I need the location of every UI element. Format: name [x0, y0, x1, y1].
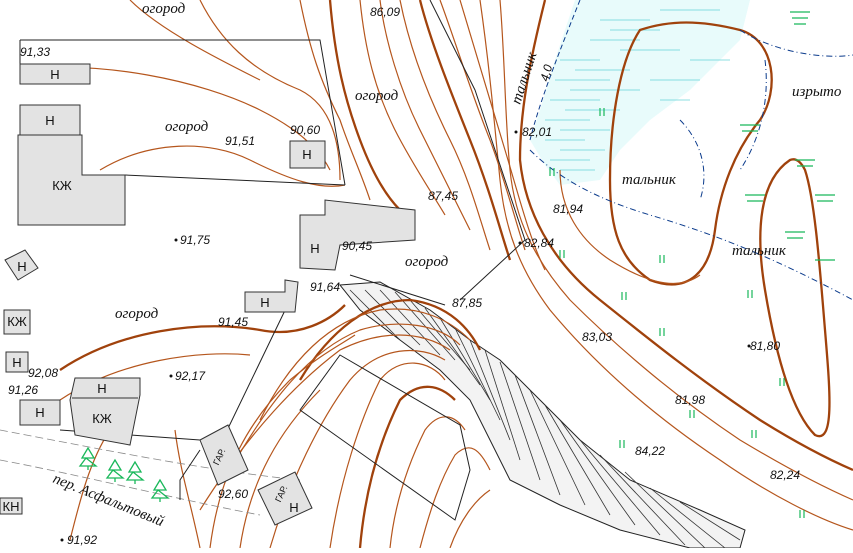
elevation-label: 91,45 [218, 315, 248, 329]
building-label: Н [97, 381, 106, 396]
map-canvas: Н Н КЖ Н Н Н Н КЖ Н Н Н КЖ ГАР. ГАР. Н К… [0, 0, 853, 549]
place-ogorod-center: огород [355, 88, 399, 104]
elevation-label: 92,60 [218, 487, 248, 501]
building-garage-2 [257, 471, 313, 526]
elevation-label: 87,85 [452, 296, 482, 310]
building-label: Н [50, 67, 59, 82]
elevation-label: 82,24 [770, 468, 800, 482]
place-talnik-vertical: тальник [509, 49, 541, 106]
elevation-label: 91,64 [310, 280, 340, 294]
elevation-label: 91,92 [67, 533, 97, 547]
topographic-map: Н Н КЖ Н Н Н Н КЖ Н Н Н КЖ ГАР. ГАР. Н К… [0, 0, 853, 549]
building-label: Н [45, 113, 54, 128]
building-label: Н [289, 500, 298, 515]
elevation-label: 83,03 [582, 330, 612, 344]
place-ogorod-top: огород [142, 1, 186, 17]
elevation-label: 82,01 [522, 125, 552, 139]
building-label: КЖ [7, 314, 27, 329]
elevation-label: 90,45 [342, 239, 372, 253]
building-n-4 [299, 199, 416, 271]
building-label: Н [310, 241, 319, 256]
elevation-label: 81,94 [553, 202, 583, 216]
place-talnik-1: тальник [622, 172, 677, 188]
building-label: КЖ [92, 411, 112, 426]
street-name: пер. Асфальтовый [51, 471, 167, 530]
building-label: Н [17, 259, 26, 274]
wetland-area [530, 0, 750, 185]
building-label: Н [302, 147, 311, 162]
elevation-label: 81,80 [750, 339, 780, 353]
elevation-label: 81,98 [675, 393, 705, 407]
slope-hatch [339, 281, 746, 549]
place-talnik-2: тальник [732, 243, 787, 259]
elevation-label: 91,75 [180, 233, 210, 247]
place-izryto: изрыто [792, 84, 842, 100]
place-ogorod-left: огород [165, 119, 209, 135]
building-label: Н [12, 355, 21, 370]
building-label: Н [260, 295, 269, 310]
building-label: КЖ [52, 178, 72, 193]
building-label: Н [35, 405, 44, 420]
elevation-label: 82,84 [524, 236, 554, 250]
elevation-label: 92,08 [28, 366, 58, 380]
building-label: КН [3, 499, 20, 514]
elevation-label: 90,60 [290, 123, 320, 137]
building-n-6 [244, 279, 299, 313]
fences [19, 0, 526, 521]
elevation-label: 84,22 [635, 444, 665, 458]
contour-lines [19, 0, 853, 549]
elevation-label: 91,26 [8, 383, 38, 397]
elevation-label: 86,09 [370, 5, 400, 19]
elevation-label: 91,33 [20, 45, 50, 59]
elevation-label: 87,45 [428, 189, 458, 203]
elevation-label: 92,17 [175, 369, 206, 383]
elevation-label: 91,51 [225, 134, 255, 148]
place-ogorod-mid: огород [405, 254, 449, 270]
place-ogorod-lower: огород [115, 306, 159, 322]
